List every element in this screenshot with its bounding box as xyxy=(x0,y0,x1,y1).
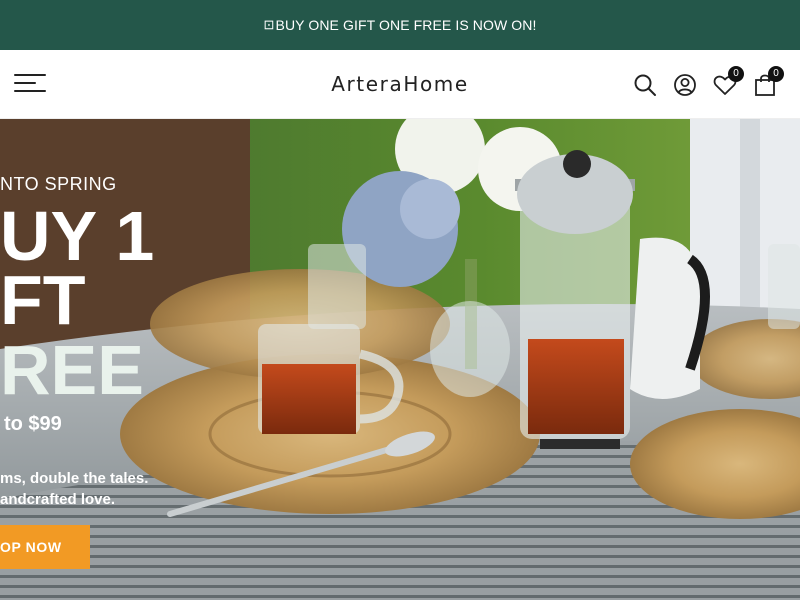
hero-eyebrow: NTO SPRING xyxy=(0,174,117,194)
shop-now-button[interactable]: OP NOW xyxy=(0,525,90,569)
wishlist-button[interactable]: 0 xyxy=(712,66,744,98)
wishlist-count-badge: 0 xyxy=(728,66,744,82)
hero-subtext-line-2: andcrafted love. xyxy=(0,491,116,508)
hero-subtext-line-1: ms, double the tales. xyxy=(0,470,149,487)
hero-banner[interactable]: NTO SPRING UY 1 FT REE to $99 ms, double… xyxy=(0,119,800,600)
site-header: ArteraHome 0 0 xyxy=(0,50,800,119)
cart-count-badge: 0 xyxy=(768,66,784,82)
hero-price: to $99 xyxy=(4,413,62,435)
announcement-bar[interactable]: ⊡ BUY ONE GIFT ONE FREE IS NOW ON! xyxy=(0,0,800,50)
account-icon[interactable] xyxy=(672,72,698,98)
announcement-text: BUY ONE GIFT ONE FREE IS NOW ON! xyxy=(275,17,537,33)
search-icon[interactable] xyxy=(632,72,658,98)
hero-copy: NTO SPRING UY 1 FT REE to $99 ms, double… xyxy=(0,119,260,600)
cart-button[interactable]: 0 xyxy=(752,66,784,98)
hero-headline-line-3: REE xyxy=(0,331,144,409)
hero-headline-line-2: FT xyxy=(0,261,86,339)
gift-icon: ⊡ xyxy=(263,17,275,32)
